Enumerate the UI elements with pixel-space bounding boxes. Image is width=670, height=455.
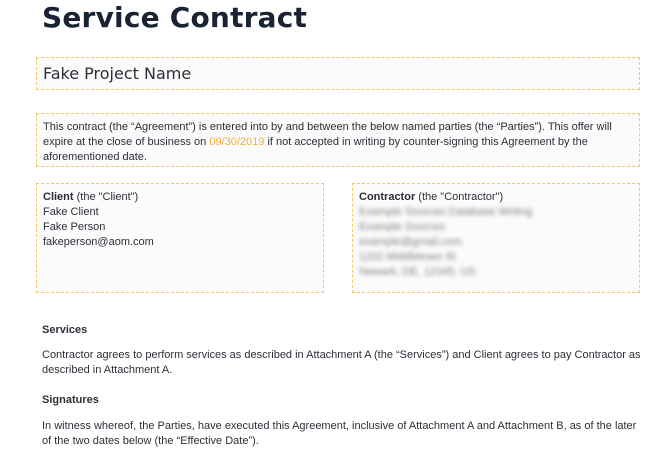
contractor-suffix: (the "Contractor") [415,191,504,203]
client-name: Fake Client [43,206,99,218]
contractor-company: Example Sources Database Writing [359,206,533,218]
client-block[interactable]: Client (the "Client") Fake Client Fake P… [36,183,324,293]
client-heading: Client (the "Client") [43,190,317,205]
contractor-block[interactable]: Contractor (the "Contractor") Example So… [352,183,640,293]
agreement-intro: This contract (the “Agreement”) is enter… [36,113,640,167]
client-label: Client [43,191,74,203]
signatures-heading: Signatures [42,394,99,406]
client-suffix: (the "Client") [73,191,139,203]
contractor-heading: Contractor (the "Contractor") [359,190,633,205]
signatures-text: In witness whereof, the Parties, have ex… [42,420,637,447]
client-contact-person: Fake Person [43,221,106,233]
project-name-field[interactable]: Fake Project Name [36,57,640,90]
expiry-date[interactable]: 09/30/2019 [209,136,264,148]
contractor-name: Example Sources [359,221,446,233]
services-heading: Services [42,324,88,336]
contractor-label: Contractor [359,191,416,203]
services-text: Contractor agrees to perform services as… [42,349,641,376]
client-email: fakeperson@aom.com [43,236,154,248]
contractor-email: example@gmail.com [359,236,462,248]
contractor-city: Newark, DE, 12345, US [359,266,476,278]
page-title: Service Contract [42,1,308,34]
contractor-street: 1202 Middletown St [359,251,456,263]
